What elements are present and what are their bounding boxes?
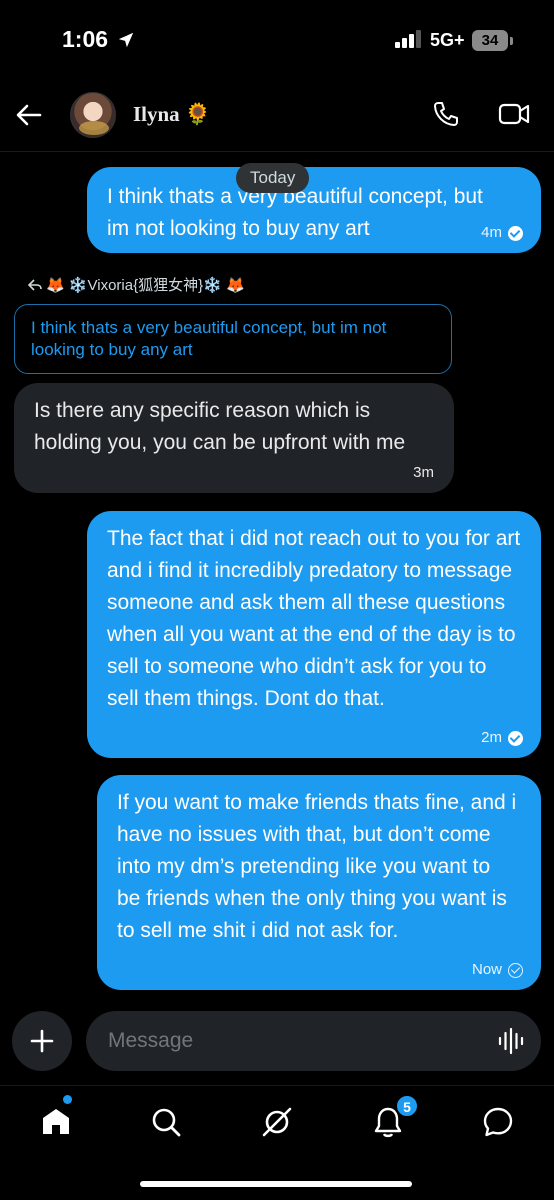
- battery-indicator: 34: [472, 30, 508, 51]
- chat-bubble-icon: [483, 1107, 513, 1137]
- contact-name[interactable]: Ilyna 🌻: [133, 102, 211, 127]
- message-meta: Now: [472, 962, 523, 978]
- home-indicator: [140, 1181, 412, 1187]
- message-timestamp: 2m: [481, 729, 502, 746]
- nav-grok[interactable]: [257, 1102, 297, 1142]
- notifications-badge: 5: [396, 1095, 418, 1117]
- add-attachment-button[interactable]: [12, 1011, 72, 1071]
- reply-author: 🦊 ❄️Vixoria{狐狸女神}❄️ 🦊: [46, 277, 245, 294]
- read-check-icon: [508, 225, 523, 241]
- incoming-message[interactable]: Is there any specific reason which is ho…: [14, 383, 454, 493]
- phone-call-icon[interactable]: [432, 100, 460, 128]
- message-text: The fact that i did not reach out to you…: [107, 527, 521, 710]
- contact-avatar[interactable]: [70, 92, 116, 138]
- message-text: If you want to make friends thats fine, …: [117, 791, 517, 942]
- battery-nub: [510, 37, 513, 45]
- status-time: 1:06: [62, 26, 109, 52]
- nav-home[interactable]: [36, 1102, 76, 1142]
- read-check-icon: [508, 730, 523, 746]
- network-type: 5G+: [430, 30, 465, 50]
- message-text: Is there any specific reason which is ho…: [34, 399, 406, 454]
- nav-search[interactable]: [146, 1102, 186, 1142]
- home-unread-dot: [63, 1095, 72, 1104]
- message-input[interactable]: [86, 1011, 541, 1071]
- conversation-header: Ilyna 🌻: [0, 80, 554, 152]
- plus-icon: [30, 1029, 54, 1053]
- reply-arrow-icon: [28, 278, 42, 291]
- back-arrow-icon[interactable]: [14, 100, 44, 130]
- grok-icon: [262, 1107, 292, 1137]
- message-timestamp: 3m: [413, 464, 434, 481]
- search-icon: [152, 1108, 181, 1137]
- sent-check-icon: [508, 962, 523, 978]
- message-meta: 3m: [413, 465, 434, 481]
- reply-indicator: 🦊 ❄️Vixoria{狐狸女神}❄️ 🦊: [28, 274, 245, 295]
- nav-messages[interactable]: [478, 1102, 518, 1142]
- message-meta: 4m: [481, 225, 523, 241]
- cellular-signal-icon: [395, 30, 421, 48]
- outgoing-message[interactable]: If you want to make friends thats fine, …: [97, 775, 541, 990]
- message-text: I think thats a very beautiful concept, …: [107, 185, 483, 240]
- message-timestamp: Now: [471, 961, 502, 978]
- status-bar: 1:06 5G+ 34: [0, 0, 554, 80]
- home-icon: [43, 1109, 69, 1134]
- video-call-icon[interactable]: [498, 101, 530, 127]
- location-arrow-icon: [118, 32, 134, 48]
- outgoing-message[interactable]: The fact that i did not reach out to you…: [87, 511, 541, 758]
- date-divider: Today: [236, 163, 310, 193]
- message-timestamp: 4m: [481, 224, 502, 241]
- message-meta: 2m: [481, 730, 523, 746]
- voice-message-icon[interactable]: [497, 1027, 525, 1055]
- quoted-message[interactable]: I think thats a very beautiful concept, …: [14, 304, 452, 374]
- outgoing-message[interactable]: I think thats a very beautiful concept, …: [87, 167, 541, 253]
